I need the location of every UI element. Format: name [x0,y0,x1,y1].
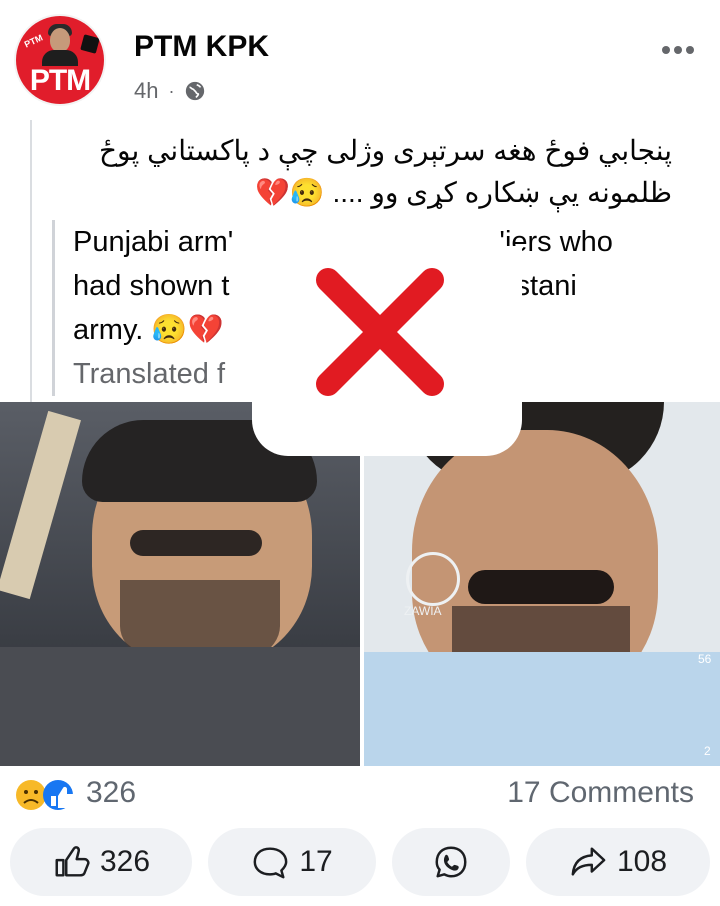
page-name[interactable]: PTM KPK [134,30,269,64]
reaction-count[interactable]: 326 [86,776,136,810]
like-count: 326 [99,845,151,878]
more-icon[interactable] [658,40,698,60]
share-button[interactable]: 108 [526,828,710,896]
translated-line-1-left: Punjabi arm' [73,226,234,258]
whatsapp-icon [435,846,467,878]
post-meta: 4h · [134,78,206,104]
urdu-line-1: پنجابي فوځ هغه سرتېرى وژلى چې د پاكستاني… [98,135,672,166]
like-icon [55,846,90,877]
translated-line-2-left: had shown t [73,270,230,302]
right-photo[interactable]: ZAWIA 56 2 [364,402,720,766]
like-button[interactable]: 326 [10,828,192,896]
comment-icon [253,847,288,879]
meta-separator: · [168,80,175,101]
left-photo[interactable] [0,402,360,766]
post-time[interactable]: 4h [134,78,158,104]
comment-button[interactable]: 17 [208,828,376,896]
reaction-icons[interactable] [14,778,84,812]
post-header: PTM PTM PTM KPK 4h · [0,0,720,120]
avatar-flag [80,34,100,54]
red-x-icon [316,268,444,396]
page-avatar[interactable]: PTM PTM [16,16,104,104]
left-mustache [130,530,262,556]
right-mustache [468,570,614,604]
comment-summary[interactable]: 17 Comments [507,776,694,810]
avatar-small-text: PTM [22,32,45,50]
reaction-summary: 326 17 Comments [0,774,720,814]
avatar-logo-text: PTM [29,64,91,97]
urdu-line-2: ظلمونه يې ښكاره كړى وو .... 😥💔 [254,177,672,208]
share-icon [571,847,606,876]
comment-count: 17 [299,845,333,878]
share-count: 108 [616,845,668,878]
original-text: پنجابي فوځ هغه سرتېرى وژلى چې د پاكستاني… [62,130,672,214]
left-clothes [0,647,360,766]
side-comment-count: 2 [704,744,711,758]
action-bar: 326 17 108 [0,820,720,906]
side-like-count: 56 [698,652,712,666]
globe-icon [186,81,205,101]
post-images[interactable]: ZAWIA 56 2 [0,402,720,766]
avatar-face [50,28,70,52]
translated-line-2-right: stani [515,270,577,302]
zawia-text: ZAWIA [404,604,442,618]
right-clothes [364,652,720,766]
zawia-logo [406,552,460,606]
whatsapp-button[interactable] [392,828,510,896]
